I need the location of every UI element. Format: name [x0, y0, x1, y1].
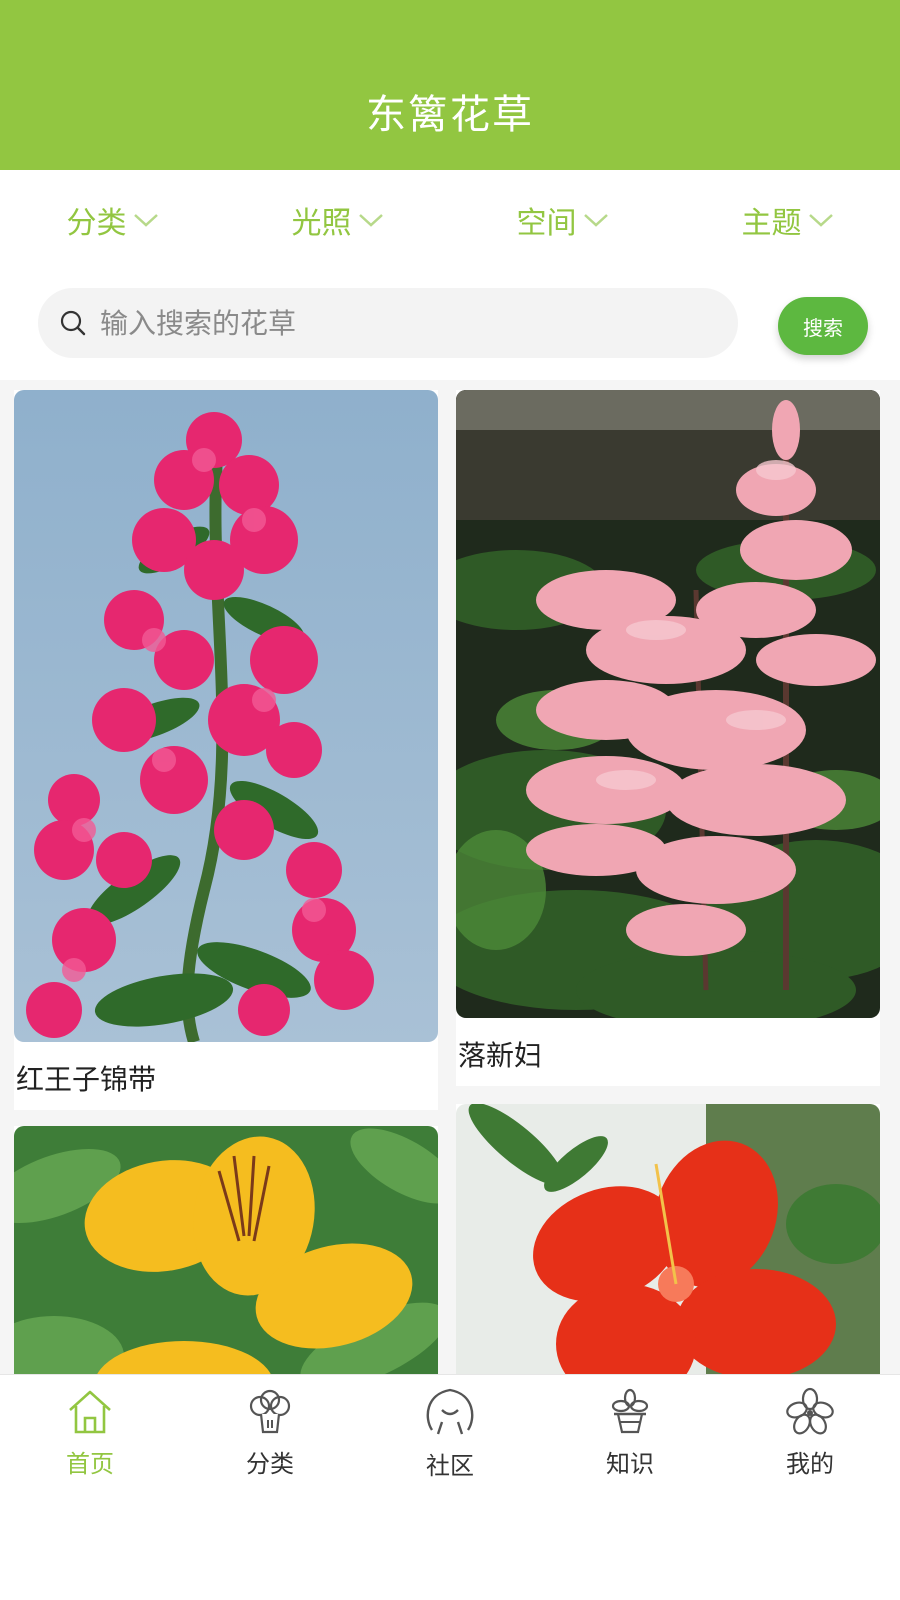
plant-name: 落新妇 — [458, 1039, 543, 1072]
tab-label: 首页 — [66, 1450, 114, 1478]
plant-image — [14, 1126, 438, 1374]
filter-space[interactable]: 空间 — [450, 170, 675, 270]
tab-community[interactable]: 社区 — [360, 1375, 540, 1490]
plant-card[interactable]: 红王子锦带 — [14, 390, 438, 1110]
tab-knowledge[interactable]: 知识 — [540, 1375, 720, 1490]
search-icon — [60, 310, 86, 336]
plant-name: 红王子锦带 — [16, 1063, 157, 1096]
filter-label: 主题 — [741, 206, 802, 241]
plant-card[interactable]: 落新妇 — [456, 390, 880, 1086]
filter-category[interactable]: 分类 — [0, 170, 225, 270]
plant-card[interactable] — [456, 1104, 880, 1374]
tab-profile[interactable]: 我的 — [720, 1375, 900, 1490]
category-icon — [249, 1389, 291, 1434]
search-button[interactable]: 搜索 — [778, 297, 868, 355]
search-box — [38, 288, 738, 358]
tab-label: 社区 — [426, 1452, 474, 1480]
filter-light[interactable]: 光照 — [225, 170, 450, 270]
plant-image — [456, 390, 880, 1018]
filter-label: 光照 — [291, 206, 352, 241]
plant-image — [456, 1104, 880, 1374]
search-input[interactable] — [100, 306, 660, 340]
search-row: 搜索 — [0, 280, 900, 366]
tab-bar: 首页 分类 社区 知识 我的 — [0, 1374, 900, 1490]
filter-bar: 分类 光照 空间 主题 — [0, 170, 900, 270]
plant-grid: 红王子锦带 落新妇 — [0, 380, 900, 1374]
filter-theme[interactable]: 主题 — [675, 170, 900, 270]
community-icon — [426, 1388, 474, 1435]
app-header: 东篱花草 — [0, 0, 900, 170]
home-icon — [69, 1390, 111, 1434]
knowledge-icon — [611, 1388, 649, 1434]
tab-label: 知识 — [606, 1450, 654, 1478]
chevron-down-icon — [808, 214, 833, 227]
profile-icon — [786, 1387, 834, 1435]
bottom-spacer — [0, 1490, 900, 1600]
filter-label: 分类 — [66, 206, 127, 241]
tab-label: 我的 — [786, 1450, 834, 1478]
filter-label: 空间 — [516, 206, 577, 241]
chevron-down-icon — [133, 214, 158, 227]
tab-home[interactable]: 首页 — [0, 1375, 180, 1490]
chevron-down-icon — [583, 214, 608, 227]
page-title: 东篱花草 — [366, 92, 534, 138]
chevron-down-icon — [358, 214, 383, 227]
plant-card[interactable] — [14, 1126, 438, 1374]
plant-image — [14, 390, 438, 1042]
tab-category[interactable]: 分类 — [180, 1375, 360, 1490]
tab-label: 分类 — [246, 1450, 294, 1478]
